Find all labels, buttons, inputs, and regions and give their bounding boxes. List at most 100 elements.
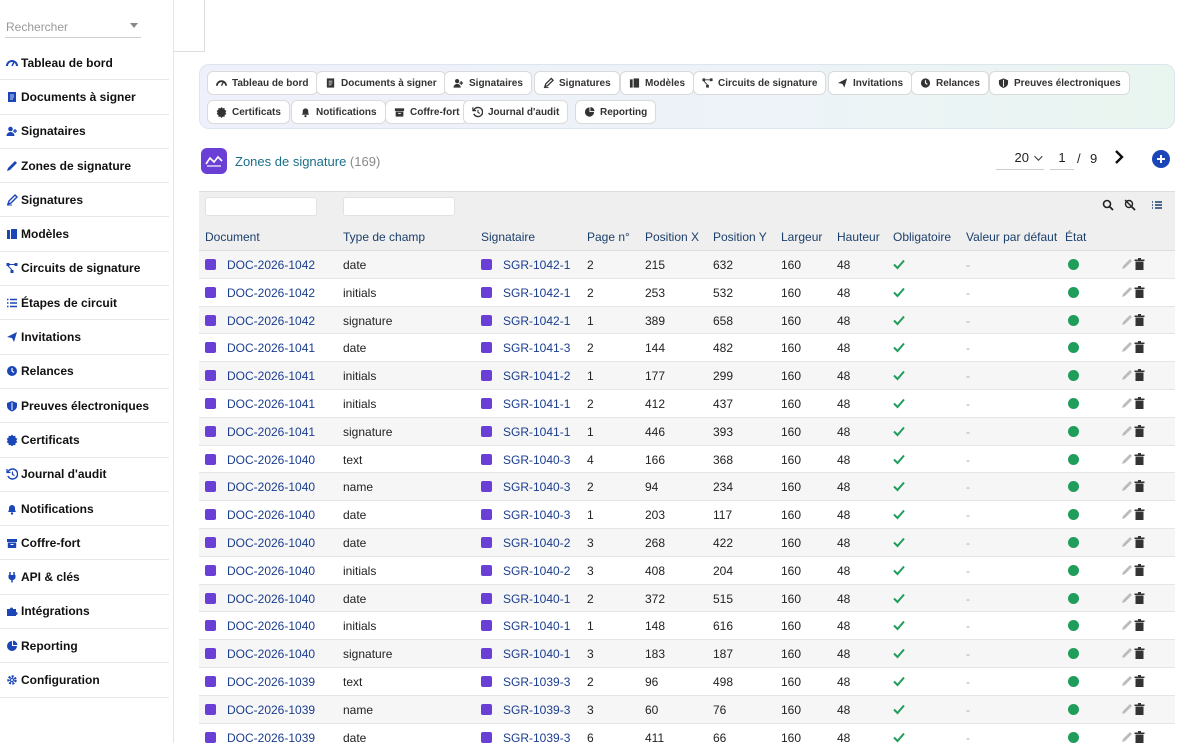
column-header[interactable]: Hauteur [837, 230, 880, 244]
delete-icon[interactable] [1134, 313, 1146, 326]
sidebar-item-api-cles[interactable]: API & clés [0, 560, 169, 595]
delete-icon[interactable] [1134, 591, 1146, 604]
chip-modeles[interactable]: Modèles [620, 71, 695, 95]
search-icon[interactable] [1102, 199, 1114, 211]
sidebar-item-zones-de-signature[interactable]: Zones de signature [0, 149, 169, 184]
add-zone-button[interactable] [1152, 150, 1170, 168]
edit-icon[interactable] [1121, 286, 1133, 298]
table-row[interactable]: DOC-2026-1039 text SGR-1039-3 2 96 498 160 48 - [199, 668, 1175, 696]
document-link[interactable]: DOC-2026-1042 [227, 258, 315, 272]
document-link[interactable]: DOC-2026-1040 [227, 647, 315, 661]
document-filter-input[interactable] [205, 197, 317, 216]
next-page-icon[interactable] [1113, 150, 1125, 164]
sidebar-item-configuration[interactable]: Configuration [0, 663, 169, 698]
edit-icon[interactable] [1121, 341, 1133, 353]
chip-circuits-de-signature[interactable]: Circuits de signature [693, 71, 827, 95]
table-row[interactable]: DOC-2026-1040 initials SGR-1040-1 1 148 616 16… [199, 612, 1175, 641]
signer-link[interactable]: SGR-1040-2 [503, 536, 570, 550]
edit-icon[interactable] [1121, 675, 1133, 687]
signer-link[interactable]: SGR-1041-1 [503, 397, 570, 411]
edit-icon[interactable] [1121, 536, 1133, 548]
table-row[interactable]: DOC-2026-1039 name SGR-1039-3 3 60 76 160 48 - [199, 695, 1175, 724]
signer-link[interactable]: SGR-1039-3 [503, 731, 570, 743]
chip-preuves-electroniques[interactable]: Preuves électroniques [989, 71, 1130, 95]
chip-coffre-fort[interactable]: Coffre-fort [385, 100, 469, 124]
sidebar-item-modeles[interactable]: Modèles [0, 217, 169, 252]
table-row[interactable]: DOC-2026-1041 initials SGR-1041-2 1 177 299 16… [199, 362, 1175, 390]
sidebar-item-tableau-de-bord[interactable]: Tableau de bord [0, 46, 169, 81]
column-header[interactable]: Type de champ [343, 230, 425, 244]
edit-icon[interactable] [1121, 508, 1133, 520]
column-header[interactable]: Page n° [587, 230, 630, 244]
table-row[interactable]: DOC-2026-1040 text SGR-1040-3 4 166 368 160 48 - [199, 446, 1175, 474]
edit-icon[interactable] [1121, 425, 1133, 437]
document-link[interactable]: DOC-2026-1041 [227, 397, 315, 411]
delete-icon[interactable] [1134, 396, 1146, 409]
column-header[interactable]: Position Y [713, 230, 767, 244]
document-link[interactable]: DOC-2026-1040 [227, 536, 315, 550]
delete-icon[interactable] [1134, 619, 1146, 632]
sidebar-item-signatures[interactable]: Signatures [0, 183, 169, 218]
table-row[interactable]: DOC-2026-1042 date SGR-1042-1 2 215 632 160 48 - [199, 251, 1175, 279]
column-header[interactable]: Signataire [481, 230, 535, 244]
sidebar-item-preuves-electroniques[interactable]: Preuves électroniques [0, 389, 169, 424]
table-row[interactable]: DOC-2026-1042 initials SGR-1042-1 2 253 532 16… [199, 279, 1175, 307]
chip-journal-d-audit[interactable]: Journal d'audit [463, 100, 569, 124]
delete-icon[interactable] [1134, 480, 1146, 493]
chip-invitations[interactable]: Invitations [828, 71, 913, 95]
edit-icon[interactable] [1121, 369, 1133, 381]
document-link[interactable]: DOC-2026-1040 [227, 592, 315, 606]
delete-icon[interactable] [1134, 424, 1146, 437]
signer-link[interactable]: SGR-1040-1 [503, 592, 570, 606]
signer-link[interactable]: SGR-1041-1 [503, 425, 570, 439]
edit-icon[interactable] [1121, 258, 1133, 270]
signer-link[interactable]: SGR-1039-3 [503, 703, 570, 717]
sidebar-item-reporting[interactable]: Reporting [0, 629, 169, 664]
delete-icon[interactable] [1134, 535, 1146, 548]
table-row[interactable]: DOC-2026-1040 date SGR-1040-2 3 268 422 160 48 - [199, 528, 1175, 557]
signer-link[interactable]: SGR-1041-2 [503, 369, 570, 383]
column-header[interactable]: État [1065, 230, 1086, 244]
chip-documents-a-signer[interactable]: Documents à signer [316, 71, 446, 95]
column-header[interactable]: Position X [645, 230, 699, 244]
table-row[interactable]: DOC-2026-1041 signature SGR-1041-1 1 446 393 1… [199, 417, 1175, 446]
table-row[interactable]: DOC-2026-1040 initials SGR-1040-2 3 408 204 16… [199, 557, 1175, 585]
column-header[interactable]: Obligatoire [893, 230, 951, 244]
document-link[interactable]: DOC-2026-1041 [227, 425, 315, 439]
column-header[interactable]: Largeur [781, 230, 822, 244]
table-row[interactable]: DOC-2026-1040 name SGR-1040-3 2 94 234 160 48 - [199, 473, 1175, 502]
chip-signatures[interactable]: Signatures [534, 71, 620, 95]
delete-icon[interactable] [1134, 452, 1146, 465]
signer-link[interactable]: SGR-1040-3 [503, 480, 570, 494]
sidebar-item-notifications[interactable]: Notifications [0, 492, 169, 527]
signer-link[interactable]: SGR-1039-3 [503, 675, 570, 689]
signer-link[interactable]: SGR-1040-1 [503, 647, 570, 661]
document-link[interactable]: DOC-2026-1042 [227, 286, 315, 300]
signer-link[interactable]: SGR-1042-1 [503, 258, 570, 272]
delete-icon[interactable] [1134, 341, 1146, 354]
signer-link[interactable]: SGR-1040-1 [503, 619, 570, 633]
document-link[interactable]: DOC-2026-1040 [227, 564, 315, 578]
field-type-filter-input[interactable] [343, 197, 455, 216]
signer-link[interactable]: SGR-1042-1 [503, 314, 570, 328]
edit-icon[interactable] [1121, 397, 1133, 409]
document-link[interactable]: DOC-2026-1040 [227, 480, 315, 494]
document-link[interactable]: DOC-2026-1039 [227, 675, 315, 689]
table-row[interactable]: DOC-2026-1042 signature SGR-1042-1 1 389 658 1… [199, 306, 1175, 335]
sidebar-item-signataires[interactable]: Signataires [0, 115, 169, 149]
sidebar-item-journal-d-audit[interactable]: Journal d'audit [0, 458, 169, 492]
chip-certificats[interactable]: Certificats [207, 100, 290, 124]
sidebar-item-relances[interactable]: Relances [0, 355, 169, 389]
sidebar-item-integrations[interactable]: Intégrations [0, 595, 169, 630]
delete-icon[interactable] [1134, 369, 1146, 382]
document-link[interactable]: DOC-2026-1042 [227, 314, 315, 328]
delete-icon[interactable] [1134, 730, 1146, 743]
table-row[interactable]: DOC-2026-1040 signature SGR-1040-1 3 183 187 1… [199, 640, 1175, 668]
chip-reporting[interactable]: Reporting [575, 100, 657, 124]
delete-icon[interactable] [1134, 285, 1146, 298]
document-link[interactable]: DOC-2026-1040 [227, 508, 315, 522]
document-link[interactable]: DOC-2026-1039 [227, 731, 315, 743]
page-size-select[interactable]: 20 [996, 146, 1044, 170]
delete-icon[interactable] [1134, 647, 1146, 660]
table-row[interactable]: DOC-2026-1040 date SGR-1040-3 1 203 117 160 48 - [199, 501, 1175, 529]
